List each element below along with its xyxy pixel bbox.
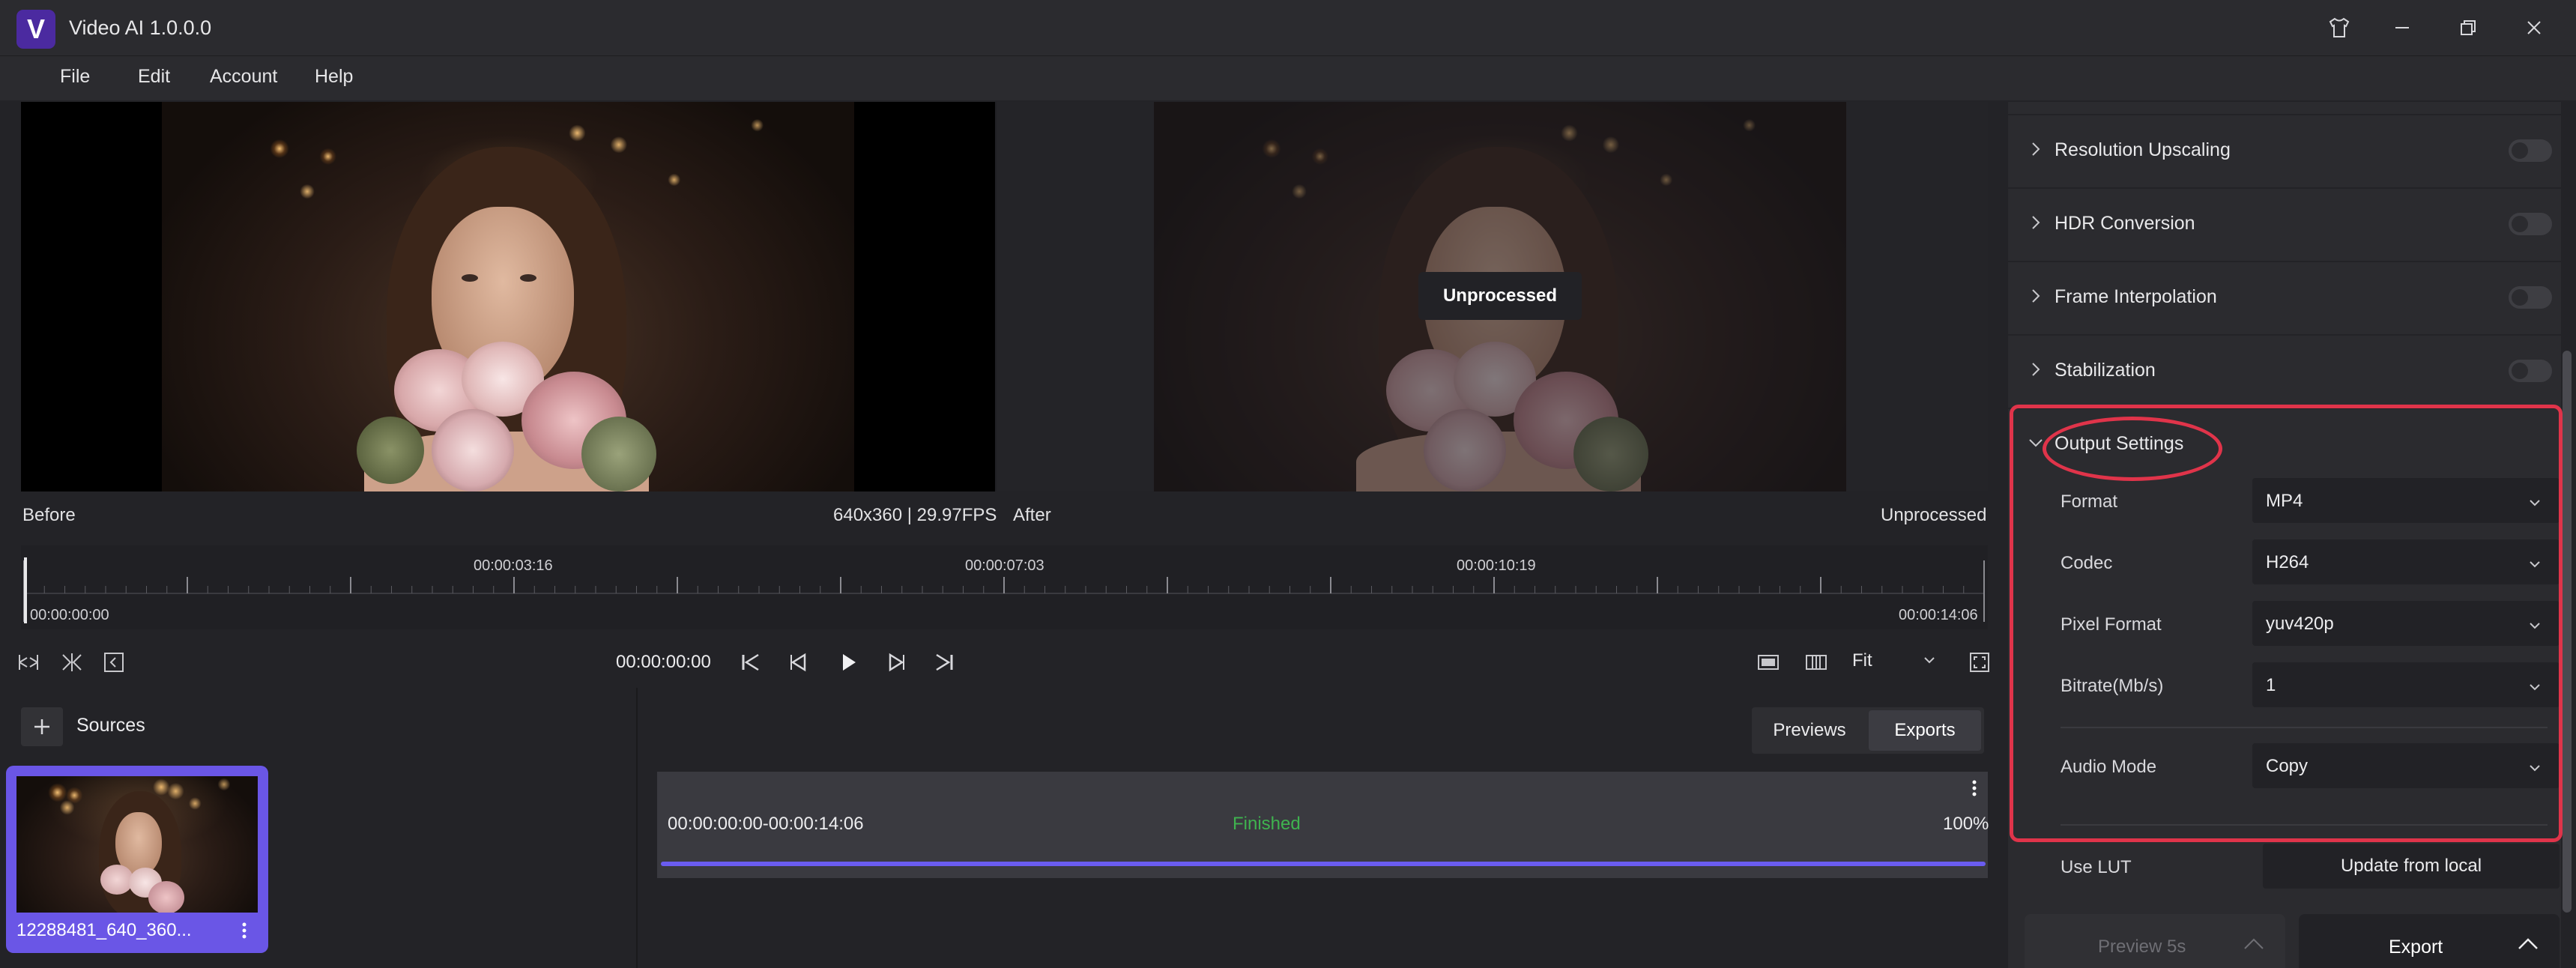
settings-scrollbar[interactable] — [2563, 351, 2572, 913]
section-resolution-upscaling[interactable]: Resolution Upscaling — [2055, 139, 2231, 161]
trim-clip-icon[interactable] — [100, 649, 127, 676]
chevron-right-icon[interactable] — [2028, 139, 2044, 159]
zoom-chevron-icon[interactable] — [1921, 652, 1938, 668]
video-info: 640x360 | 29.97FPS — [833, 505, 997, 525]
single-view-icon[interactable] — [1755, 649, 1782, 676]
unprocessed-badge: Unprocessed — [1418, 272, 1582, 320]
after-label: After — [1013, 505, 1051, 525]
section-divider — [2008, 114, 2561, 115]
current-timecode: 00:00:00:00 — [616, 652, 711, 672]
section-stabilization[interactable]: Stabilization — [2055, 360, 2156, 381]
skip-end-icon[interactable] — [931, 649, 958, 676]
section-frame-interpolation[interactable]: Frame Interpolation — [2055, 286, 2217, 308]
export-range: 00:00:00:00-00:00:14:06 — [668, 814, 864, 834]
before-preview[interactable] — [21, 102, 995, 491]
chevron-right-icon[interactable] — [2028, 286, 2044, 306]
chevron-up-icon — [2516, 935, 2540, 953]
source-thumbnail — [16, 776, 258, 913]
chevron-up-icon — [2242, 935, 2266, 953]
frame-interpolation-toggle[interactable] — [2509, 286, 2552, 309]
output-settings-title-highlight — [2043, 417, 2222, 481]
close-icon[interactable] — [2512, 7, 2557, 48]
export-progress-bar — [661, 862, 1986, 866]
section-divider — [2008, 334, 2561, 336]
menu-bar — [0, 55, 2576, 100]
preview-5s-button[interactable]: Preview 5s — [2025, 914, 2285, 968]
tab-exports[interactable]: Exports — [1869, 710, 1981, 751]
export-percent: 100% — [1943, 814, 1989, 834]
tab-previews[interactable]: Previews — [1755, 710, 1864, 751]
split-icon[interactable] — [58, 649, 85, 676]
timeline-start: 00:00:00:00 — [30, 607, 109, 623]
stabilization-toggle[interactable] — [2509, 360, 2552, 382]
app-logo: V — [16, 10, 55, 49]
source-filename: 12288481_640_360... — [16, 920, 192, 940]
section-hdr-conversion[interactable]: HDR Conversion — [2055, 213, 2195, 235]
restore-icon[interactable] — [2446, 7, 2491, 48]
skip-start-icon[interactable] — [737, 649, 764, 676]
menu-help[interactable]: Help — [315, 66, 353, 88]
tab-group: Previews Exports — [1752, 707, 1984, 754]
hdr-conversion-toggle[interactable] — [2509, 213, 2552, 235]
play-icon[interactable] — [835, 649, 862, 676]
playhead[interactable] — [24, 557, 27, 623]
app-title: Video AI 1.0.0.0 — [69, 16, 212, 39]
theme-shirt-icon[interactable] — [2317, 7, 2362, 48]
export-label: Export — [2389, 937, 2443, 958]
timeline-tick-label: 00:00:07:03 — [965, 557, 1044, 574]
source-item[interactable]: 12288481_640_360... — [6, 766, 268, 953]
zoom-select[interactable]: Fit — [1852, 650, 1872, 671]
sources-title: Sources — [76, 715, 145, 736]
chevron-right-icon[interactable] — [2028, 360, 2044, 379]
timeline-tick-label: 00:00:03:16 — [474, 557, 553, 574]
section-divider — [2008, 187, 2561, 189]
timeline-end: 00:00:14:06 — [1899, 607, 1978, 623]
before-video-frame — [162, 102, 854, 491]
chevron-right-icon[interactable] — [2028, 213, 2044, 232]
resolution-upscaling-toggle[interactable] — [2509, 139, 2552, 162]
menu-account[interactable]: Account — [210, 66, 277, 88]
prev-frame-icon[interactable] — [785, 649, 812, 676]
update-lut-button[interactable]: Update from local — [2263, 844, 2560, 889]
before-label: Before — [22, 505, 76, 525]
export-more-icon[interactable] — [1968, 776, 1980, 800]
title-bar — [0, 0, 2576, 55]
menu-file[interactable]: File — [60, 66, 90, 88]
add-source-button[interactable] — [21, 707, 63, 746]
split-view-icon[interactable] — [1803, 649, 1830, 676]
trim-start-icon[interactable] — [15, 649, 42, 676]
preview-5s-label: Preview 5s — [2098, 937, 2186, 957]
section-divider — [2008, 261, 2561, 262]
use-lut-label: Use LUT — [2061, 857, 2132, 877]
menu-edit[interactable]: Edit — [138, 66, 170, 88]
export-button[interactable]: Export — [2299, 914, 2560, 968]
source-more-icon[interactable] — [238, 919, 250, 943]
export-status: Finished — [1233, 814, 1301, 834]
timeline-tick-label: 00:00:10:19 — [1457, 557, 1536, 574]
update-lut-label: Update from local — [2340, 856, 2482, 876]
next-frame-icon[interactable] — [883, 649, 910, 676]
minimize-icon[interactable] — [2380, 7, 2425, 48]
after-status: Unprocessed — [1881, 505, 1987, 525]
fullscreen-icon[interactable] — [1966, 649, 1993, 676]
